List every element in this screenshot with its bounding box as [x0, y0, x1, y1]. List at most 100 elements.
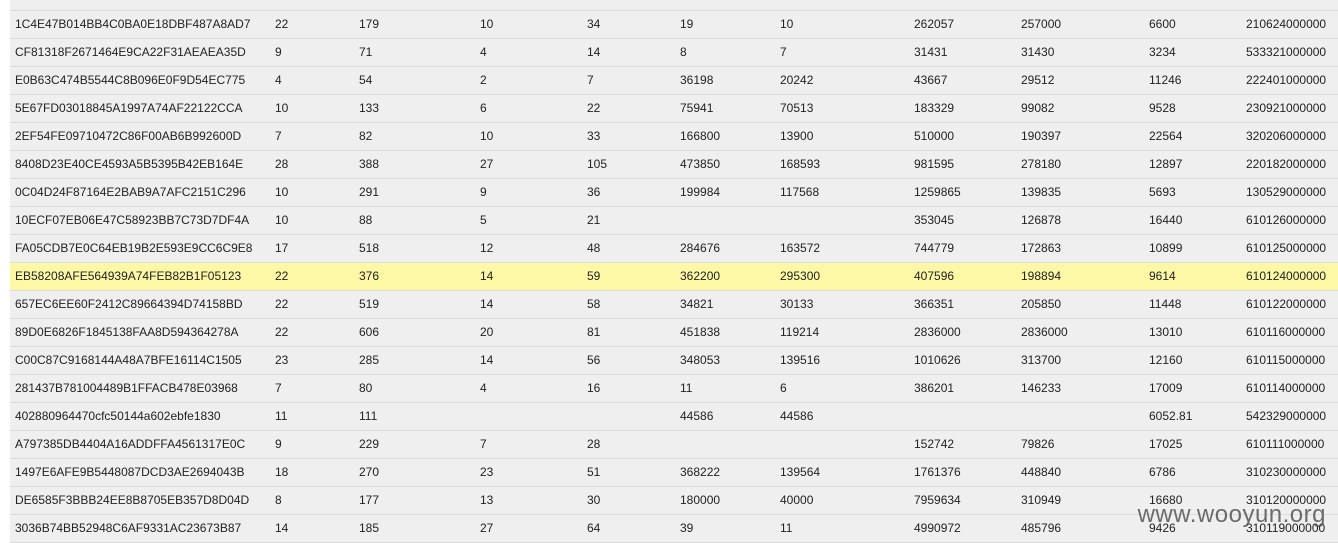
table-cell: 180000 [680, 493, 721, 507]
table-cell: 48 [587, 241, 601, 255]
table-row[interactable]: 5E67FD03018845A1997A74AF22122CCA 10 133 6 22… [10, 95, 1338, 123]
table-cell: 4990972 [914, 521, 961, 535]
table-cell: 295300 [780, 269, 821, 283]
table-cell: 146233 [1021, 381, 1062, 395]
table-cell: 20242 [780, 73, 814, 87]
table-cell: 519 [359, 297, 380, 311]
row-id-cell: DE6585F3BBB24EE8B8705EB357D8D04D [15, 493, 250, 507]
table-cell: 64 [587, 521, 601, 535]
table-cell: 33 [587, 129, 601, 143]
table-row[interactable]: 2EF54FE09710472C86F00AB6B992600D 7 82 10 33 1… [10, 123, 1338, 151]
table-cell: 9614 [1149, 269, 1176, 283]
table-cell: 376 [359, 269, 380, 283]
table-cell: 16440 [1149, 213, 1183, 227]
table-cell: 610114000000 [1246, 381, 1326, 395]
table-row[interactable]: 1C4E47B014BB4C0BA0E18DBF487A8AD7 22 179 10 3… [10, 11, 1338, 39]
table-cell: 39 [680, 521, 694, 535]
table-cell: 43667 [914, 73, 948, 87]
table-cell: 82 [359, 129, 373, 143]
table-cell: 542329000000 [1246, 409, 1327, 423]
table-cell: 533321000000 [1246, 45, 1327, 59]
table-row[interactable]: 89D0E6826F1845138FAA8D594364278A 22 606 20 8… [10, 319, 1338, 347]
table-cell: 75941 [680, 101, 714, 115]
table-cell: 9528 [1149, 101, 1176, 115]
table-row[interactable]: 0C04D24F87164E2BAB9A7AFC2151C296 10 291 9 36… [10, 179, 1338, 207]
table-cell: 139516 [780, 353, 821, 367]
table-cell: 80 [359, 381, 373, 395]
table-cell: 40000 [780, 493, 814, 507]
table-cell: 6 [780, 381, 787, 395]
row-id-cell: 402880964470cfc50144a602ebfe1830 [15, 409, 221, 423]
table-row[interactable]: CF81318F2671464E9CA22F31AEAEA35D 9 71 4 14 8 7… [10, 39, 1338, 67]
table-cell: 610115000000 [1246, 353, 1326, 367]
table-cell: 5693 [1149, 185, 1176, 199]
data-table: 1C4E47B014BB4C0BA0E18DBF487A8AD7 22 179 10 3… [10, 0, 1338, 543]
table-row[interactable]: EB58208AFE564939A74FEB82B1F05123 22 376 14 5… [10, 263, 1338, 291]
table-cell: 22 [275, 269, 289, 283]
table-cell: 183329 [914, 101, 955, 115]
table-cell: 28 [587, 437, 601, 451]
table-cell: 11 [275, 409, 288, 423]
table-cell: 29512 [1021, 73, 1055, 87]
table-row[interactable]: 402880964470cfc50144a602ebfe1830 11 111 445… [10, 403, 1338, 431]
table-row[interactable]: C00C87C9168144A48A7BFE16114C1505 23 285 14 5… [10, 347, 1338, 375]
table-cell: 81 [587, 325, 601, 339]
table-cell: 34 [587, 17, 601, 31]
table-cell: 7 [780, 45, 787, 59]
table-row[interactable]: 281437B781004489B1FFACB478E03968 7 80 4 16 11… [10, 375, 1338, 403]
table-cell: 2836000 [1021, 325, 1068, 339]
table-row[interactable]: 1497E6AFE9B5448087DCD3AE2694043B 18 270 23 5… [10, 459, 1338, 487]
table-row[interactable]: E0B63C474B5544C8B096E0F9D54EC775 4 54 2 7 361… [10, 67, 1338, 95]
table-cell: 407596 [914, 269, 955, 283]
table-cell: 366351 [914, 297, 955, 311]
table-cell: 12897 [1149, 157, 1183, 171]
table-row[interactable]: 657EC6EE60F2412C89664394D74158BD 22 519 14 5… [10, 291, 1338, 319]
table-cell: 5 [480, 213, 487, 227]
row-id-cell: 0C04D24F87164E2BAB9A7AFC2151C296 [15, 185, 246, 199]
table-cell: 229 [359, 437, 380, 451]
table-cell: 10899 [1149, 241, 1183, 255]
table-cell: 2 [480, 73, 487, 87]
table-cell: 610116000000 [1246, 325, 1326, 339]
table-cell: 31430 [1021, 45, 1055, 59]
table-cell: 7 [275, 129, 282, 143]
table-cell: 230921000000 [1246, 101, 1327, 115]
table-row[interactable]: 10ECF07EB06E47C58923BB7C73D7DF4A 10 88 5 21 3… [10, 207, 1338, 235]
table-cell: 130529000000 [1246, 185, 1327, 199]
table-cell: 79826 [1021, 437, 1055, 451]
table-cell: 18 [275, 465, 289, 479]
row-id-cell: 3036B74BB52948C6AF9331AC23673B87 [15, 521, 242, 535]
table-cell: 220182000000 [1246, 157, 1327, 171]
table-cell: 172863 [1021, 241, 1062, 255]
row-id-cell: FA05CDB7E0C64EB19B2E593E9CC6C9E8 [15, 241, 253, 255]
table-cell: 10 [275, 185, 289, 199]
table-cell: 518 [359, 241, 380, 255]
table-cell: 23 [275, 353, 289, 367]
table-cell: 58 [587, 297, 601, 311]
table-row[interactable]: FA05CDB7E0C64EB19B2E593E9CC6C9E8 17 518 12 4… [10, 235, 1338, 263]
table-cell: 22 [275, 297, 289, 311]
table-cell: 126878 [1021, 213, 1062, 227]
table-cell: 270 [359, 465, 380, 479]
table-cell: 10 [480, 129, 494, 143]
table-cell: 981595 [914, 157, 955, 171]
table-cell: 10 [275, 101, 289, 115]
table-cell: 13 [480, 493, 494, 507]
table-row[interactable]: A797385DB4404A16ADDFFA4561317E0C 9 229 7 28 1… [10, 431, 1338, 459]
table-cell: 262057 [914, 17, 955, 31]
table-cell: 99082 [1021, 101, 1055, 115]
table-cell: 448840 [1021, 465, 1062, 479]
table-cell: 44586 [680, 409, 714, 423]
table-cell: 14 [480, 353, 494, 367]
table-cell: 14 [480, 269, 494, 283]
table-cell: 284676 [680, 241, 721, 255]
table-cell: 198894 [1021, 269, 1062, 283]
table-cell: 310230000000 [1246, 465, 1327, 479]
table-cell: 70513 [780, 101, 814, 115]
table-cell: 510000 [914, 129, 955, 143]
table-cell: 451838 [680, 325, 721, 339]
table-cell: 210624000000 [1246, 17, 1327, 31]
table-cell: 11 [780, 521, 793, 535]
table-row[interactable]: 8408D23E40CE4593A5B5395B42EB164E 28 388 27 1… [10, 151, 1338, 179]
table-cell: 6600 [1149, 17, 1176, 31]
